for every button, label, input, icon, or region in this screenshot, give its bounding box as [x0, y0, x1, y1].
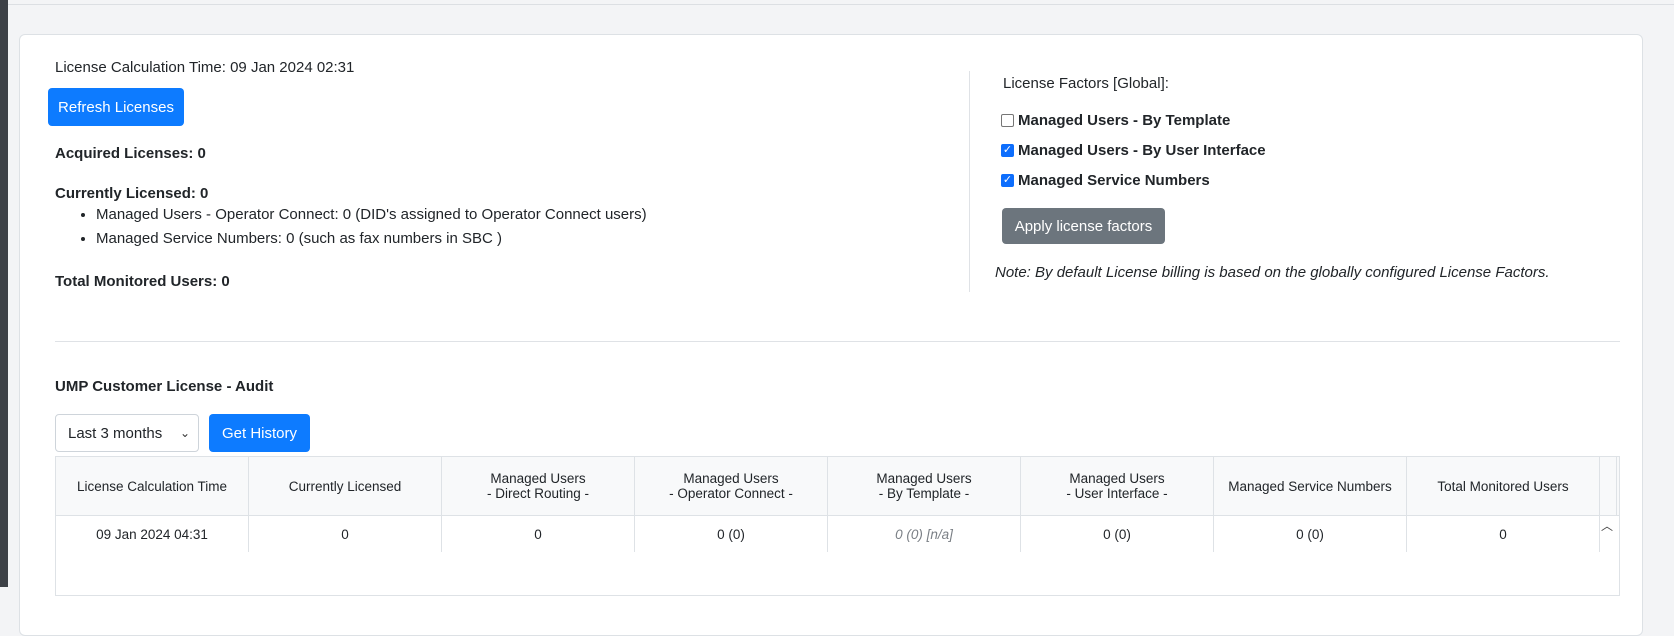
- checkbox-checked-icon[interactable]: ✓: [1001, 174, 1014, 187]
- get-history-button[interactable]: Get History: [209, 414, 310, 452]
- factor-service-numbers[interactable]: ✓ Managed Service Numbers: [1001, 172, 1210, 189]
- cell-currently-licensed: 0: [249, 516, 442, 552]
- left-edge-strip: [0, 0, 8, 587]
- column-header-operator-connect: Managed Users - Operator Connect -: [635, 457, 828, 515]
- column-header-scroll-spacer: [1600, 457, 1617, 515]
- table-row: 09 Jan 2024 04:31 0 0 0 (0) 0 (0) [n/a] …: [56, 516, 1619, 552]
- factor-by-template[interactable]: Managed Users - By Template: [1001, 112, 1230, 129]
- license-factors-title: License Factors [Global]:: [1003, 75, 1169, 92]
- table-header: License Calculation Time Currently Licen…: [56, 457, 1619, 516]
- factor-label: Managed Users - By User Interface: [1018, 142, 1266, 159]
- currently-licensed: Currently Licensed: 0: [55, 185, 209, 202]
- column-header-calc-time: License Calculation Time: [56, 457, 249, 515]
- cell-calc-time: 09 Jan 2024 04:31: [56, 516, 249, 552]
- list-item: Managed Users - Operator Connect: 0 (DID…: [96, 206, 647, 224]
- apply-license-factors-button[interactable]: Apply license factors: [1002, 208, 1165, 244]
- checkbox-checked-icon[interactable]: ✓: [1001, 144, 1014, 157]
- section-divider: [55, 341, 1620, 342]
- column-header-total-monitored: Total Monitored Users: [1407, 457, 1600, 515]
- column-header-direct-routing: Managed Users - Direct Routing -: [442, 457, 635, 515]
- top-bar: [8, 0, 1674, 5]
- cell-total-monitored: 0: [1407, 516, 1600, 552]
- column-header-by-template: Managed Users - By Template -: [828, 457, 1021, 515]
- license-calculation-time: License Calculation Time: 09 Jan 2024 02…: [55, 59, 355, 76]
- factor-label: Managed Users - By Template: [1018, 112, 1231, 129]
- column-header-service-numbers: Managed Service Numbers: [1214, 457, 1407, 515]
- checkbox-unchecked-icon[interactable]: [1001, 114, 1014, 127]
- cell-user-interface: 0 (0): [1021, 516, 1214, 552]
- audit-table: License Calculation Time Currently Licen…: [55, 456, 1620, 596]
- period-select[interactable]: Last 3 months ⌄: [55, 414, 199, 452]
- cell-by-template: 0 (0) [n/a]: [828, 516, 1021, 552]
- scroll-up-icon[interactable]: ︿: [1601, 517, 1613, 534]
- cell-direct-routing: 0: [442, 516, 635, 552]
- audit-title: UMP Customer License - Audit: [55, 378, 274, 395]
- licensed-breakdown-list: Managed Users - Operator Connect: 0 (DID…: [78, 206, 647, 254]
- period-value: Last 3 months: [68, 424, 163, 442]
- total-monitored-users: Total Monitored Users: 0: [55, 273, 230, 290]
- refresh-licenses-button[interactable]: Refresh Licenses: [48, 88, 184, 126]
- cell-operator-connect: 0 (0): [635, 516, 828, 552]
- factor-label: Managed Service Numbers: [1018, 172, 1210, 189]
- acquired-licenses: Acquired Licenses: 0: [55, 145, 206, 162]
- chevron-down-icon: ⌄: [179, 426, 190, 440]
- license-note: Note: By default License billing is base…: [995, 264, 1550, 281]
- list-item: Managed Service Numbers: 0 (such as fax …: [96, 230, 647, 248]
- cell-service-numbers: 0 (0): [1214, 516, 1407, 552]
- column-header-user-interface: Managed Users - User Interface -: [1021, 457, 1214, 515]
- vertical-divider: [969, 71, 970, 292]
- factor-by-user-interface[interactable]: ✓ Managed Users - By User Interface: [1001, 142, 1266, 159]
- column-header-currently-licensed: Currently Licensed: [249, 457, 442, 515]
